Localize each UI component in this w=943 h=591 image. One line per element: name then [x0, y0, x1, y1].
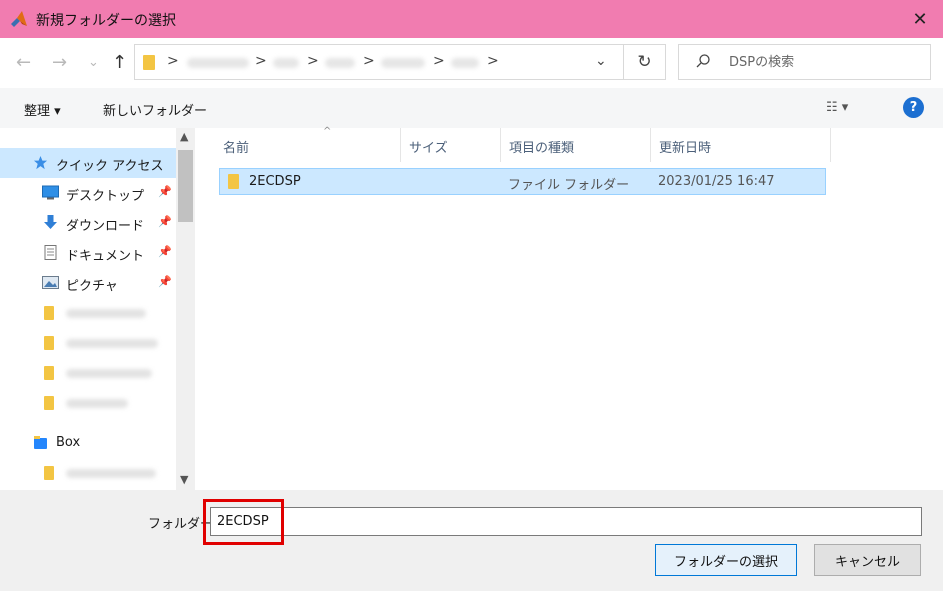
- nav-item-label: ドキュメント: [66, 249, 145, 264]
- scroll-down-arrow[interactable]: ▼: [180, 473, 188, 486]
- address-dropdown-button[interactable]: ⌄: [595, 53, 607, 69]
- column-header-label: サイズ: [409, 141, 448, 156]
- pin-icon[interactable]: 📌: [158, 185, 172, 198]
- nav-item-label-redacted: [66, 309, 146, 318]
- command-toolbar: 整理 ▾ 新しいフォルダー ☷ ▾ ?: [0, 88, 943, 128]
- breadcrumb-separator: >: [363, 53, 375, 69]
- dialog-footer: フォルダー フォルダーの選択 キャンセル: [0, 490, 943, 591]
- navigation-pane: クイック アクセス デスクトップ 📌 ダウンロード 📌 ドキュメント 📌 ピクチ…: [0, 128, 195, 490]
- column-header-label: 名前: [223, 141, 250, 156]
- star-icon: [33, 155, 48, 170]
- window-title: 新規フォルダーの選択: [36, 13, 176, 29]
- close-button[interactable]: ✕: [897, 0, 943, 38]
- view-options-button[interactable]: ☷ ▾: [826, 100, 848, 115]
- nav-item-downloads[interactable]: ダウンロード 📌: [0, 208, 176, 238]
- breadcrumb-separator: >: [433, 53, 445, 69]
- nav-item-desktop[interactable]: デスクトップ 📌: [0, 178, 176, 208]
- box-icon: [34, 436, 47, 449]
- nav-item-label: デスクトップ: [66, 189, 145, 204]
- refresh-button[interactable]: ↻: [624, 44, 666, 80]
- file-name: 2ECDSP: [249, 174, 301, 189]
- search-input[interactable]: [729, 52, 919, 72]
- help-button[interactable]: ?: [903, 97, 924, 118]
- pin-icon[interactable]: 📌: [158, 215, 172, 228]
- desktop-icon: [42, 185, 59, 200]
- nav-item-box[interactable]: Box: [0, 428, 176, 458]
- column-header-type[interactable]: 項目の種類: [501, 128, 651, 162]
- breadcrumb-item-redacted[interactable]: [187, 58, 249, 68]
- column-header-modified[interactable]: 更新日時: [651, 128, 831, 162]
- nav-item-documents[interactable]: ドキュメント 📌: [0, 238, 176, 268]
- file-list: ^ 名前 サイズ 項目の種類 更新日時 2ECDSP ファイル フォルダー 20…: [195, 126, 943, 490]
- nav-item-redacted-folder[interactable]: [0, 388, 176, 418]
- nav-item-redacted-folder[interactable]: [0, 328, 176, 358]
- recent-locations-button[interactable]: ⌄: [88, 55, 99, 70]
- pin-icon[interactable]: 📌: [158, 245, 172, 258]
- folder-icon: [228, 174, 239, 189]
- nav-item-label: ピクチャ: [66, 279, 118, 294]
- breadcrumb-item-redacted[interactable]: [325, 58, 355, 68]
- folder-icon: [143, 55, 155, 70]
- folder-icon: [44, 366, 54, 380]
- folder-icon: [44, 466, 54, 480]
- title-bar: 新規フォルダーの選択 ✕: [0, 0, 943, 38]
- new-folder-button[interactable]: 新しいフォルダー: [103, 100, 207, 119]
- back-button[interactable]: ←: [16, 52, 31, 73]
- navigation-pane-scrollbar[interactable]: ▲ ▼: [176, 128, 195, 490]
- nav-item-label-redacted: [66, 469, 156, 478]
- breadcrumb-separator: >: [487, 53, 499, 69]
- column-header-name[interactable]: ^ 名前: [215, 126, 401, 162]
- nav-item-redacted-folder[interactable]: [0, 458, 176, 488]
- highlight-box: [203, 499, 284, 545]
- nav-item-label-redacted: [66, 339, 158, 348]
- cancel-button[interactable]: キャンセル: [814, 544, 921, 576]
- navigation-row: ← → ⌄ ↑ > > > > > > ⌄ ↻: [0, 38, 943, 88]
- breadcrumb-item-redacted[interactable]: [451, 58, 479, 68]
- file-type: ファイル フォルダー: [508, 178, 630, 193]
- nav-item-label: Box: [56, 435, 81, 450]
- organize-button[interactable]: 整理 ▾: [24, 100, 61, 119]
- nav-item-label-redacted: [66, 369, 152, 378]
- nav-item-label: ダウンロード: [66, 219, 145, 234]
- folder-icon: [44, 396, 54, 410]
- select-folder-button[interactable]: フォルダーの選択: [655, 544, 797, 576]
- file-row-selected[interactable]: 2ECDSP ファイル フォルダー 2023/01/25 16:47: [219, 168, 826, 195]
- forward-button[interactable]: →: [52, 52, 67, 73]
- document-icon: [44, 245, 57, 260]
- scrollbar-thumb[interactable]: [178, 150, 193, 222]
- column-header-label: 更新日時: [659, 141, 712, 156]
- column-header-label: 項目の種類: [509, 141, 575, 156]
- folder-icon: [44, 336, 54, 350]
- breadcrumb-separator: >: [167, 53, 179, 69]
- search-box[interactable]: [678, 44, 931, 80]
- address-bar[interactable]: > > > > > > ⌄: [134, 44, 624, 80]
- file-modified: 2023/01/25 16:47: [658, 174, 775, 189]
- up-button[interactable]: ↑: [112, 52, 127, 73]
- column-header-size[interactable]: サイズ: [401, 128, 501, 162]
- search-icon: [696, 54, 710, 68]
- breadcrumb-item-redacted[interactable]: [381, 58, 425, 68]
- pictures-icon: [42, 276, 59, 289]
- nav-item-redacted-folder[interactable]: [0, 358, 176, 388]
- breadcrumb-separator: >: [255, 53, 267, 69]
- nav-item-quick-access[interactable]: クイック アクセス: [0, 148, 176, 178]
- breadcrumb-separator: >: [307, 53, 319, 69]
- nav-item-pictures[interactable]: ピクチャ 📌: [0, 268, 176, 298]
- nav-item-label: クイック アクセス: [56, 159, 164, 174]
- folder-icon: [44, 306, 54, 320]
- sort-ascending-icon: ^: [323, 126, 332, 137]
- pin-icon[interactable]: 📌: [158, 275, 172, 288]
- matlab-app-icon: [11, 11, 27, 27]
- nav-item-label-redacted: [66, 399, 128, 408]
- nav-item-redacted-folder[interactable]: [0, 298, 176, 328]
- breadcrumb-item-redacted[interactable]: [273, 58, 299, 68]
- download-icon: [44, 215, 57, 229]
- scroll-up-arrow[interactable]: ▲: [180, 130, 188, 143]
- folder-name-input[interactable]: [210, 507, 922, 536]
